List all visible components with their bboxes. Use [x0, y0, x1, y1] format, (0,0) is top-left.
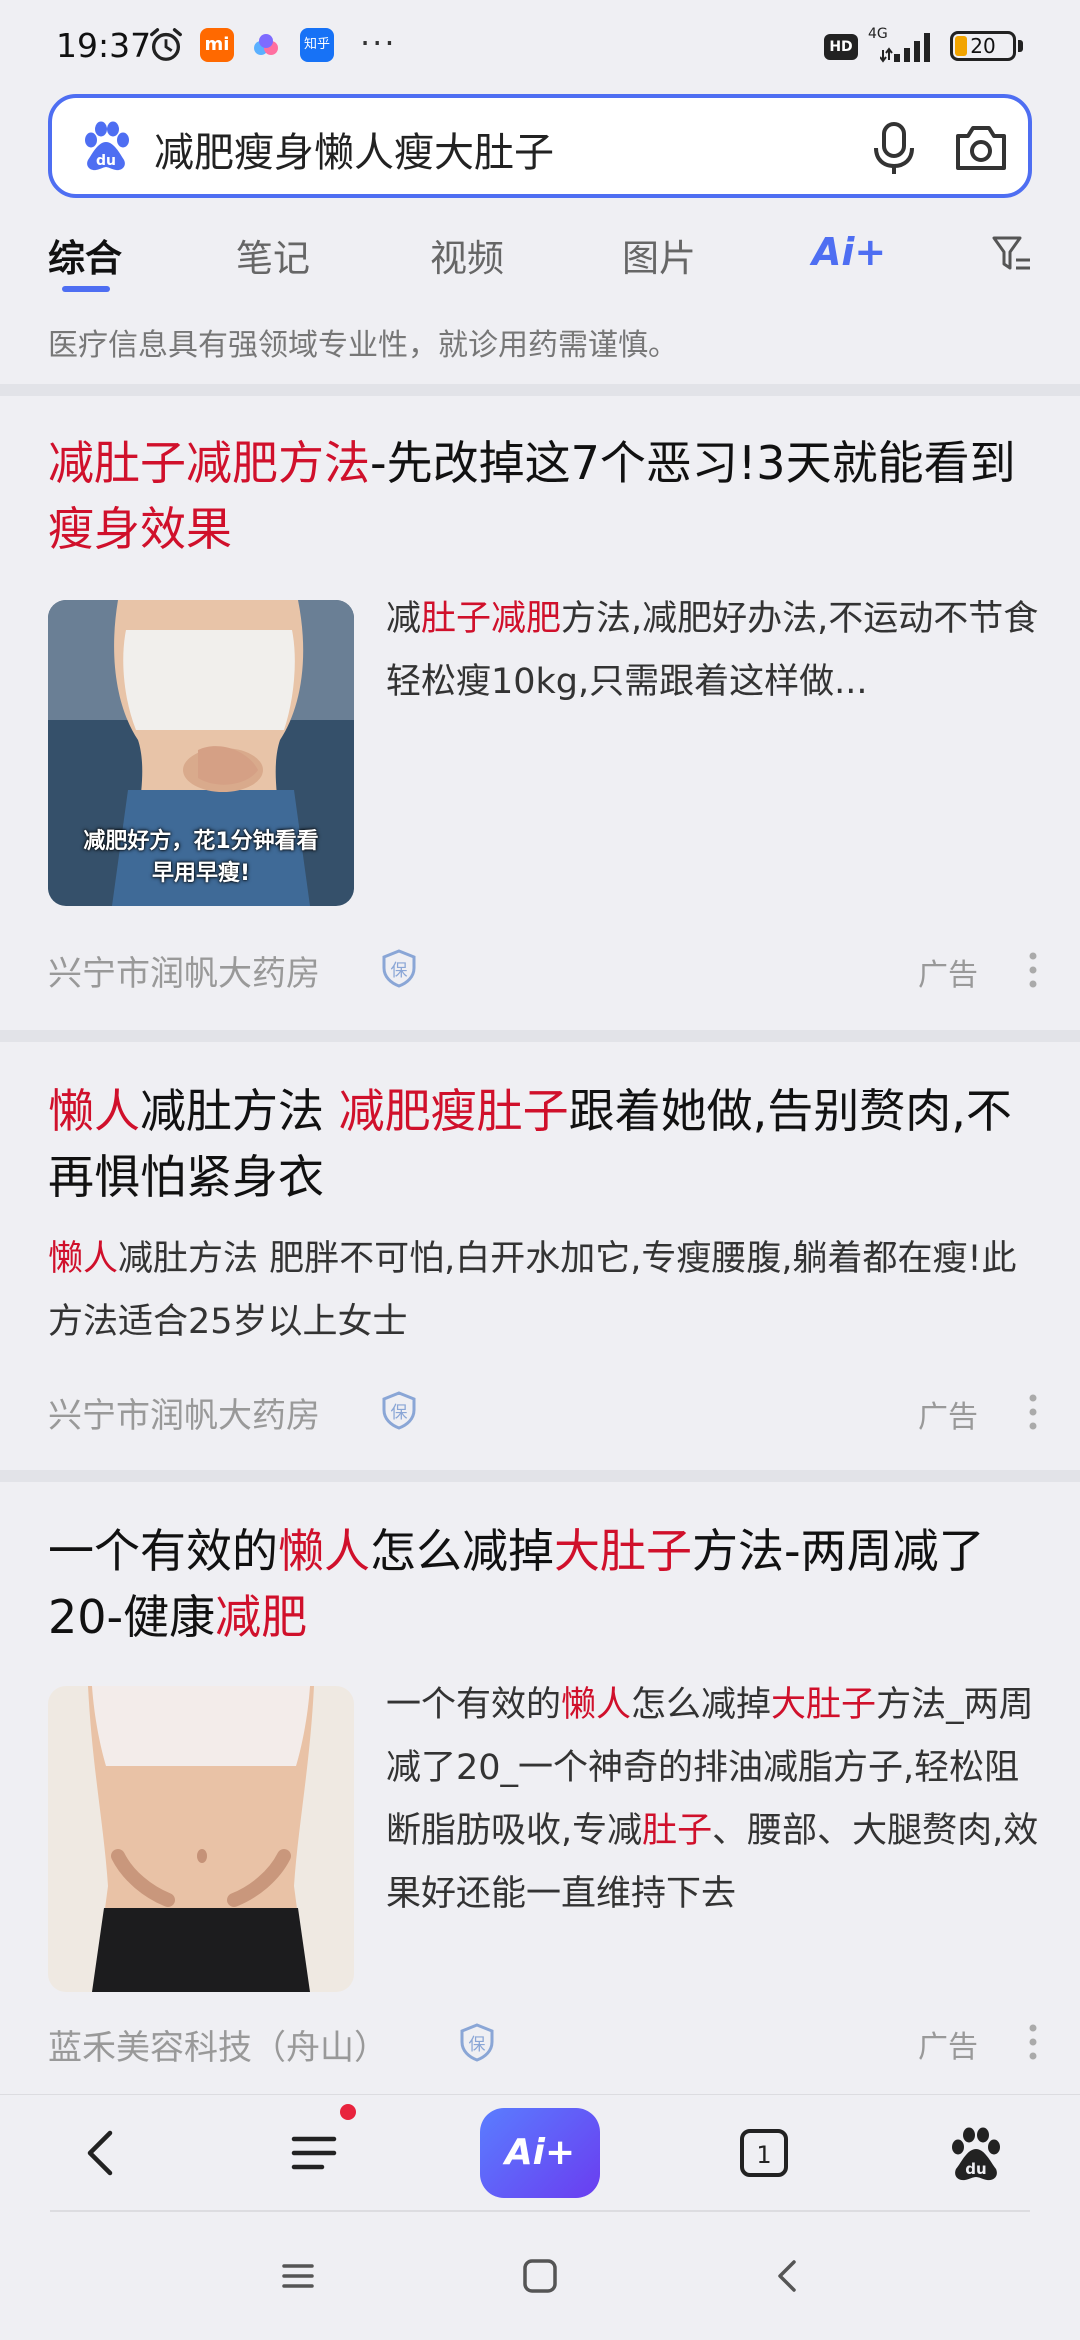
- svg-text:保: 保: [391, 961, 408, 981]
- alarm-icon: [150, 28, 182, 61]
- text-segment: -先改掉这7个恶习!3天就能看到: [370, 436, 1016, 490]
- battery-cap: [1018, 40, 1023, 52]
- zhihu-app-icon: 知乎: [300, 28, 334, 62]
- ad-label: 广告: [918, 2030, 978, 2065]
- tab-notes[interactable]: 笔记: [236, 228, 310, 282]
- text-segment: 怎么减掉: [370, 1524, 554, 1578]
- more-notifications-icon: ···: [360, 24, 397, 62]
- svg-text:du: du: [965, 2160, 986, 2178]
- result-card[interactable]: 懒人减肚方法 减肥瘦肚子跟着她做,告别赘肉,不再惧怕紧身衣 懒人减肚方法 肥胖不…: [0, 1042, 1080, 1470]
- result-description: 减肚子减肥方法,减肥好办法,不运动不节食轻松瘦10kg,只需跟着这样做...: [386, 588, 1040, 714]
- battery-icon: 20: [950, 31, 1016, 61]
- menu-icon[interactable]: [282, 2121, 346, 2185]
- divider: [0, 1030, 1080, 1042]
- result-card[interactable]: 一个有效的懒人怎么减掉大肚子方法-两周减了20-健康减肥 一个有效的懒人怎么减掉…: [0, 1482, 1080, 2094]
- recent-apps-icon[interactable]: [276, 2254, 320, 2298]
- highlighted-keyword: 肚子减肥: [421, 599, 562, 639]
- back-icon[interactable]: [70, 2121, 134, 2185]
- signal-icon: [880, 33, 930, 63]
- tab-general[interactable]: 综合: [48, 228, 122, 282]
- more-options-icon[interactable]: [1026, 950, 1040, 990]
- highlighted-keyword: 大肚子: [771, 1685, 877, 1725]
- system-navigation: [0, 2212, 1080, 2340]
- hd-voice-icon: HD: [824, 34, 858, 60]
- text-segment: 减: [386, 599, 422, 639]
- highlighted-keyword: 肚子: [642, 1811, 713, 1851]
- result-thumbnail[interactable]: 减肥好方，花1分钟看看 早用早瘦!: [48, 600, 354, 906]
- thumbnail-caption-line: 早用早瘦!: [151, 861, 251, 886]
- result-title[interactable]: 懒人减肚方法 减肥瘦肚子跟着她做,告别赘肉,不再惧怕紧身衣: [48, 1078, 1036, 1210]
- search-input[interactable]: 减肥瘦身懒人瘦大肚子: [154, 120, 554, 178]
- divider: [0, 1470, 1080, 1482]
- svg-text:保: 保: [469, 2035, 486, 2055]
- tab-images[interactable]: 图片: [622, 228, 696, 282]
- result-title[interactable]: 减肚子减肥方法-先改掉这7个恶习!3天就能看到瘦身效果: [48, 430, 1036, 562]
- highlighted-keyword: 懒人: [278, 1524, 370, 1578]
- highlighted-keyword: 懒人: [48, 1239, 119, 1279]
- svg-text:1: 1: [756, 2141, 771, 2169]
- result-source[interactable]: 兴宁市润帆大药房: [48, 946, 320, 995]
- text-segment: 减肚方法: [140, 1084, 339, 1138]
- guarantee-shield-icon: 保: [460, 2023, 494, 2062]
- status-bar: 19:37 mi 知乎 ··· HD 4G 20: [0, 0, 1080, 90]
- search-box[interactable]: du 减肥瘦身懒人瘦大肚子: [48, 94, 1032, 198]
- text-segment: 怎么减掉: [631, 1685, 772, 1725]
- notification-dot: [340, 2104, 356, 2120]
- waist-photo: [48, 1686, 354, 1992]
- result-tabs: 综合 笔记 视频 图片 Ai+: [0, 218, 1080, 298]
- result-source[interactable]: 兴宁市润帆大药房: [48, 1388, 320, 1437]
- result-description: 一个有效的懒人怎么减掉大肚子方法_两周减了20_一个神奇的排油减脂方子,轻松阻断…: [386, 1674, 1040, 1926]
- highlighted-keyword: 减肥: [215, 1590, 308, 1644]
- microphone-icon[interactable]: [864, 116, 924, 178]
- svg-text:保: 保: [391, 1403, 408, 1423]
- result-card[interactable]: 减肚子减肥方法-先改掉这7个恶习!3天就能看到瘦身效果 减肥好方，花1分钟看看 …: [0, 396, 1080, 1030]
- svg-text:du: du: [96, 153, 116, 169]
- highlighted-keyword: 减肥瘦肚子: [338, 1084, 569, 1138]
- result-description: 懒人减肚方法 肥胖不可怕,白开水加它,专瘦腰腹,躺着都在瘦!此方法适合25岁以上…: [48, 1228, 1040, 1354]
- highlighted-keyword: 懒人: [48, 1084, 140, 1138]
- ad-label: 广告: [918, 1400, 978, 1435]
- highlighted-keyword: 大肚子: [554, 1524, 692, 1578]
- ad-label: 广告: [918, 958, 978, 993]
- highlighted-keyword: 懒人: [561, 1685, 632, 1725]
- highlighted-keyword: 减肚子减肥方法: [48, 436, 370, 490]
- baidu-home-icon[interactable]: du: [944, 2121, 1008, 2185]
- highlighted-keyword: 瘦身效果: [48, 502, 232, 556]
- guarantee-shield-icon: 保: [382, 949, 416, 988]
- text-segment: 一个有效的: [386, 1685, 562, 1725]
- cloud-app-icon: [254, 34, 278, 55]
- battery-percent: 20: [970, 34, 996, 58]
- ai-assistant-button[interactable]: Ai+: [480, 2108, 600, 2198]
- system-back-icon[interactable]: [766, 2254, 810, 2298]
- tab-ai[interactable]: Ai+: [812, 230, 886, 274]
- status-time: 19:37: [56, 26, 152, 65]
- thumbnail-caption: 减肥好方，花1分钟看看 早用早瘦!: [48, 826, 354, 890]
- text-segment: 一个有效的: [48, 1524, 278, 1578]
- guarantee-shield-icon: 保: [382, 1391, 416, 1430]
- more-options-icon[interactable]: [1026, 1392, 1040, 1432]
- text-segment: 减肚方法 肥胖不可怕,白开水加它,专瘦腰腹,躺着都在瘦!此方法适合25岁以上女士: [48, 1239, 1017, 1342]
- tabs-count-icon[interactable]: 1: [732, 2121, 796, 2185]
- result-thumbnail[interactable]: [48, 1686, 354, 1992]
- xiaomi-app-icon: mi: [200, 28, 234, 62]
- filter-icon[interactable]: [990, 232, 1034, 276]
- camera-icon[interactable]: [950, 116, 1012, 178]
- result-title[interactable]: 一个有效的懒人怎么减掉大肚子方法-两周减了20-健康减肥: [48, 1518, 1036, 1650]
- result-source[interactable]: 蓝禾美容科技（舟山）: [48, 2020, 388, 2069]
- baidu-paw-icon: du: [85, 121, 129, 171]
- active-tab-underline: [62, 286, 110, 292]
- divider: [0, 384, 1080, 396]
- thumbnail-caption-line: 减肥好方，花1分钟看看: [83, 829, 319, 854]
- home-icon[interactable]: [518, 2254, 562, 2298]
- medical-notice: 医疗信息具有强领域专业性，就诊用药需谨慎。: [48, 328, 678, 363]
- tab-video[interactable]: 视频: [430, 228, 504, 282]
- more-options-icon[interactable]: [1026, 2022, 1040, 2062]
